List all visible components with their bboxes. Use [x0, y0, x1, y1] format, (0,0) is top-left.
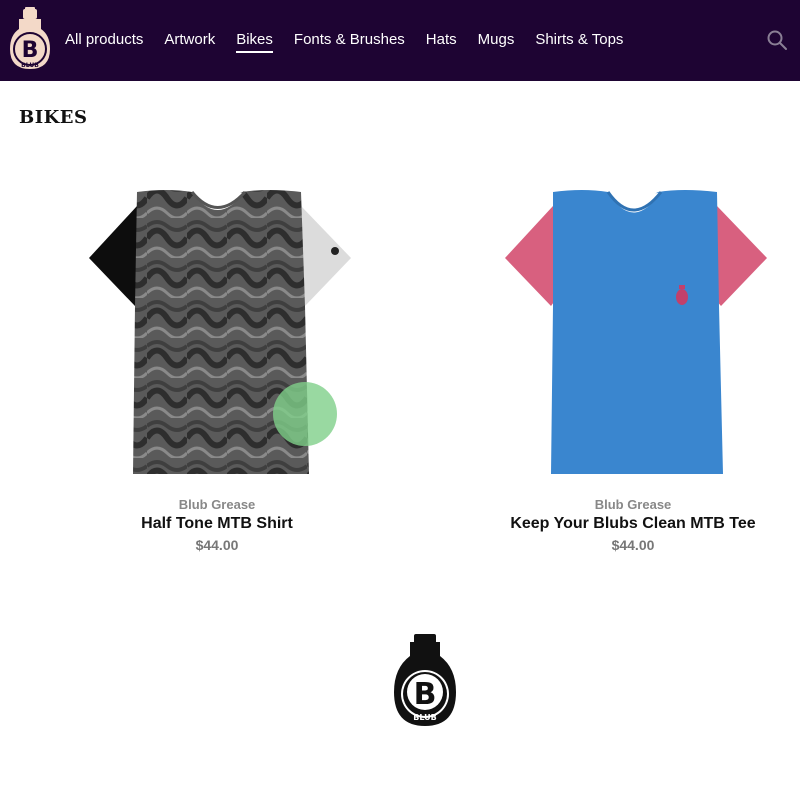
nav-item-all-products[interactable]: All products: [65, 30, 143, 53]
nav-item-artwork[interactable]: Artwork: [164, 30, 215, 53]
nav-item-hats[interactable]: Hats: [426, 30, 457, 53]
svg-text:B: B: [22, 38, 39, 63]
nav-item-mugs[interactable]: Mugs: [478, 30, 515, 53]
svg-text:BLUB: BLUB: [413, 713, 437, 722]
nav-item-bikes[interactable]: Bikes: [236, 30, 273, 53]
svg-text:B: B: [414, 677, 437, 712]
product-image-keep-your-blubs-clean-tee[interactable]: [483, 178, 783, 478]
category-nav: All products Artwork Bikes Fonts & Brush…: [65, 30, 644, 53]
nav-item-shirts-tops[interactable]: Shirts & Tops: [535, 30, 623, 53]
footer-blub-logo[interactable]: B BLUB: [392, 632, 458, 728]
top-nav-bar: B BLUB All products Artwork Bikes Fonts …: [0, 0, 800, 81]
product-image-half-tone-shirt[interactable]: [67, 178, 367, 478]
blub-logo[interactable]: B BLUB: [6, 7, 54, 73]
product-brand: Blub Grease: [178, 497, 256, 512]
product-card[interactable]: Blub Grease Keep Your Blubs Clean MTB Te…: [468, 178, 798, 553]
nav-item-fonts-brushes[interactable]: Fonts & Brushes: [294, 30, 405, 53]
product-price: $44.00: [195, 537, 239, 553]
product-name[interactable]: Half Tone MTB Shirt: [52, 515, 382, 533]
product-price: $44.00: [611, 537, 655, 553]
product-name[interactable]: Keep Your Blubs Clean MTB Tee: [468, 515, 798, 533]
page-title: BIKES: [19, 107, 88, 128]
product-brand: Blub Grease: [594, 497, 672, 512]
search-icon[interactable]: [766, 29, 788, 51]
svg-text:BLUB: BLUB: [21, 62, 39, 69]
product-card[interactable]: Blub Grease Half Tone MTB Shirt $44.00: [52, 178, 382, 553]
